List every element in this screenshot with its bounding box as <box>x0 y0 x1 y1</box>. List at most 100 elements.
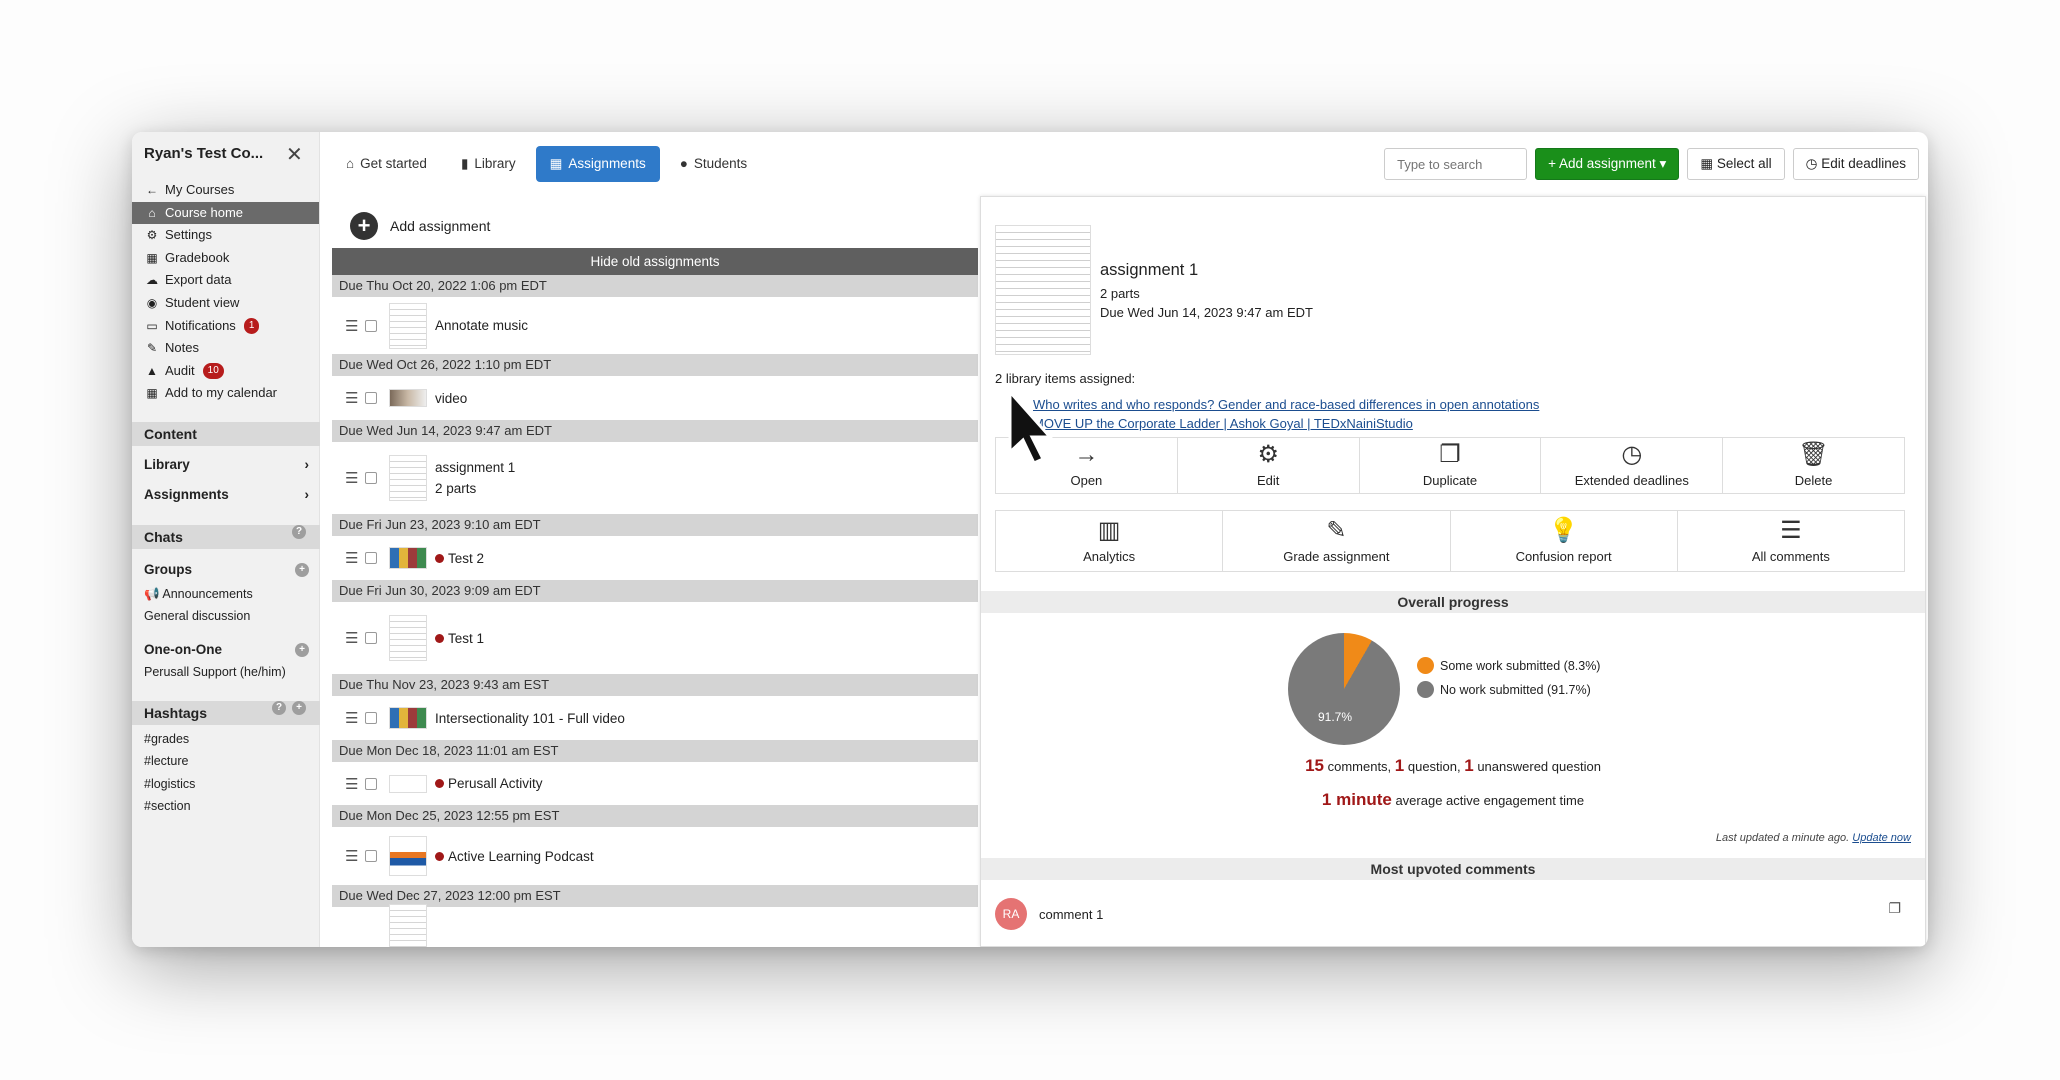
duplicate-button[interactable]: ❐ Duplicate <box>1360 438 1542 493</box>
assignment-row[interactable]: ☰ Annotate music <box>332 297 978 354</box>
edit-deadlines-button[interactable]: ◷ Edit deadlines <box>1792 148 1919 180</box>
assignment-row[interactable] <box>332 904 978 947</box>
assignment-title: Intersectionality 101 - Full video <box>435 710 625 726</box>
delete-button[interactable]: 🗑 Delete <box>1723 438 1904 493</box>
chat-perusall-support[interactable]: Perusall Support (he/him) <box>144 665 286 679</box>
detail-due: Due Wed Jun 14, 2023 9:47 am EDT <box>1100 305 1313 320</box>
comment-item[interactable]: RA comment 1 <box>995 898 1103 930</box>
warning-icon: ▲ <box>146 363 158 378</box>
row-checkbox[interactable] <box>365 392 377 404</box>
drag-handle-icon[interactable]: ☰ <box>345 709 358 727</box>
copy-icon[interactable]: ❐ <box>1888 900 1901 917</box>
tab-get-started[interactable]: ⌂ Get started <box>332 146 441 182</box>
sidebar-item-gradebook[interactable]: ▦ Gradebook <box>132 247 319 270</box>
row-checkbox[interactable] <box>365 712 377 724</box>
add-assignment-link[interactable]: + Add assignment <box>350 212 490 240</box>
tab-students[interactable]: ● Students <box>666 146 761 182</box>
assignment-title: assignment 1 <box>435 460 516 475</box>
assignment-row[interactable]: ☰ Active Learning Podcast <box>332 827 978 885</box>
sidebar-links: ← My Courses ⌂ Course home ⚙ Settings ▦ Grad… <box>132 179 319 405</box>
clock-icon: ◷ <box>1621 441 1643 468</box>
drag-handle-icon[interactable]: ☰ <box>345 629 358 647</box>
gear-icon: ⚙ <box>1257 441 1279 468</box>
add-chat-icon[interactable]: + <box>295 642 309 657</box>
drag-handle-icon[interactable]: ☰ <box>345 847 358 865</box>
pie-label: 91.7% <box>1318 710 1353 724</box>
sidebar-item-notes[interactable]: ✎ Notes <box>132 337 319 360</box>
chat-general-discussion[interactable]: General discussion <box>144 609 250 623</box>
assignment-row[interactable]: ☰ Test 2 <box>332 536 978 580</box>
assignment-row[interactable]: ☰ Intersectionality 101 - Full video <box>332 696 978 740</box>
hashtag-item[interactable]: #grades <box>144 732 189 746</box>
tab-library[interactable]: ▮ Library <box>447 146 530 182</box>
row-checkbox[interactable] <box>365 777 377 790</box>
help-icon[interactable]: ? <box>272 701 286 715</box>
row-checkbox[interactable] <box>365 472 377 484</box>
update-now-link[interactable]: Update now <box>1852 832 1911 844</box>
sidebar-library[interactable]: Library › <box>144 457 309 472</box>
row-checkbox[interactable] <box>365 850 377 862</box>
search-input[interactable] <box>1384 148 1528 180</box>
sidebar-item-my-courses[interactable]: ← My Courses <box>132 179 319 202</box>
hashtag-item[interactable]: #logistics <box>144 777 195 791</box>
hashtag-item[interactable]: #lecture <box>144 754 188 768</box>
extended-deadlines-button[interactable]: ◷ Extended deadlines <box>1541 438 1724 493</box>
assignment-list: Hide old assignments Due Thu Oct 20, 202… <box>332 248 978 947</box>
assignment-title: Test 1 <box>448 630 485 646</box>
chevron-right-icon: › <box>304 487 310 502</box>
row-checkbox[interactable] <box>365 632 377 644</box>
drag-handle-icon[interactable]: ☰ <box>345 469 358 487</box>
row-checkbox[interactable] <box>365 552 377 564</box>
chat-announcements[interactable]: 📢 Announcements <box>144 587 253 602</box>
actions-row-primary: → Open ⚙ Edit ❐ Duplicate ◷ Extended deadlin… <box>995 437 1905 494</box>
all-comments-button[interactable]: ☰ All comments <box>1678 511 1904 571</box>
legend-swatch <box>1417 657 1434 674</box>
sidebar-item-export-data[interactable]: ☁ Export data <box>132 269 319 292</box>
add-group-icon[interactable]: + <box>295 562 309 577</box>
legend-item: Some work submitted (8.3%) <box>1417 657 1600 674</box>
help-icon[interactable]: ? <box>292 525 306 539</box>
edit-square-icon: ✎ <box>1326 516 1347 544</box>
comment-stats: 15 comments, 1 question, 1 unanswered qu… <box>1305 756 1601 775</box>
hide-old-assignments-button[interactable]: Hide old assignments <box>332 248 978 275</box>
drag-handle-icon[interactable]: ☰ <box>345 775 358 793</box>
assignment-row[interactable]: ☰ video <box>332 376 978 420</box>
tab-assignments[interactable]: ▦ Assignments <box>535 146 660 182</box>
row-checkbox[interactable] <box>365 319 377 332</box>
sidebar-item-add-to-calendar[interactable]: ▦ Add to my calendar <box>132 382 319 405</box>
due-header: Due Fri Jun 30, 2023 9:09 am EDT <box>332 580 978 602</box>
app-window: Ryan's Test Co... ✕ ← My Courses ⌂ Course … <box>132 132 1928 947</box>
due-header: Due Wed Jun 14, 2023 9:47 am EDT <box>332 420 978 442</box>
edit-button[interactable]: ⚙ Edit <box>1178 438 1360 493</box>
sidebar-item-notifications[interactable]: ▭ Notifications 1 <box>132 315 319 338</box>
sidebar-assignments[interactable]: Assignments › <box>144 487 309 502</box>
add-hashtag-icon[interactable]: + <box>292 701 306 715</box>
confusion-report-button[interactable]: 💡 Confusion report <box>1451 511 1678 571</box>
sidebar: Ryan's Test Co... ✕ ← My Courses ⌂ Course … <box>132 132 320 947</box>
sidebar-item-settings[interactable]: ⚙ Settings <box>132 224 319 247</box>
grade-assignment-button[interactable]: ✎ Grade assignment <box>1223 511 1451 571</box>
due-header: Due Mon Dec 18, 2023 11:01 am EST <box>332 740 978 762</box>
one-on-one-row: One-on-One + <box>144 642 309 657</box>
sidebar-item-course-home[interactable]: ⌂ Course home <box>132 201 319 225</box>
top-nav: ⌂ Get started ▮ Library ▦ Assignments ● Stud… <box>332 146 761 182</box>
assignment-row[interactable]: ☰ assignment 1 2 parts <box>332 442 978 514</box>
drag-handle-icon[interactable]: ☰ <box>345 389 358 407</box>
add-assignment-dropdown[interactable]: + Add assignment ▾ <box>1535 148 1680 180</box>
analytics-button[interactable]: ▥ Analytics <box>996 511 1224 571</box>
sidebar-item-audit[interactable]: ▲ Audit 10 <box>132 360 319 383</box>
assignment-row[interactable]: ☰ Perusall Activity <box>332 762 978 805</box>
library-count: 2 library items assigned: <box>995 371 1136 386</box>
assignment-row[interactable]: ☰ Test 1 <box>332 602 978 674</box>
library-item-link[interactable]: Who writes and who responds? Gender and … <box>1033 397 1539 412</box>
close-icon[interactable]: ✕ <box>286 142 303 167</box>
drag-handle-icon[interactable]: ☰ <box>345 317 358 335</box>
select-all-button[interactable]: ▦ Select all <box>1687 148 1785 180</box>
sidebar-item-student-view[interactable]: ◉ Student view <box>132 292 319 315</box>
library-item-link[interactable]: MOVE UP the Corporate Ladder | Ashok Goy… <box>1033 416 1413 431</box>
hashtag-item[interactable]: #section <box>144 799 191 813</box>
drag-handle-icon[interactable]: ☰ <box>345 549 358 567</box>
trash-icon: 🗑 <box>1798 441 1829 468</box>
overall-progress-header: Overall progress <box>981 591 1925 613</box>
podcast-thumbnail <box>389 836 427 876</box>
